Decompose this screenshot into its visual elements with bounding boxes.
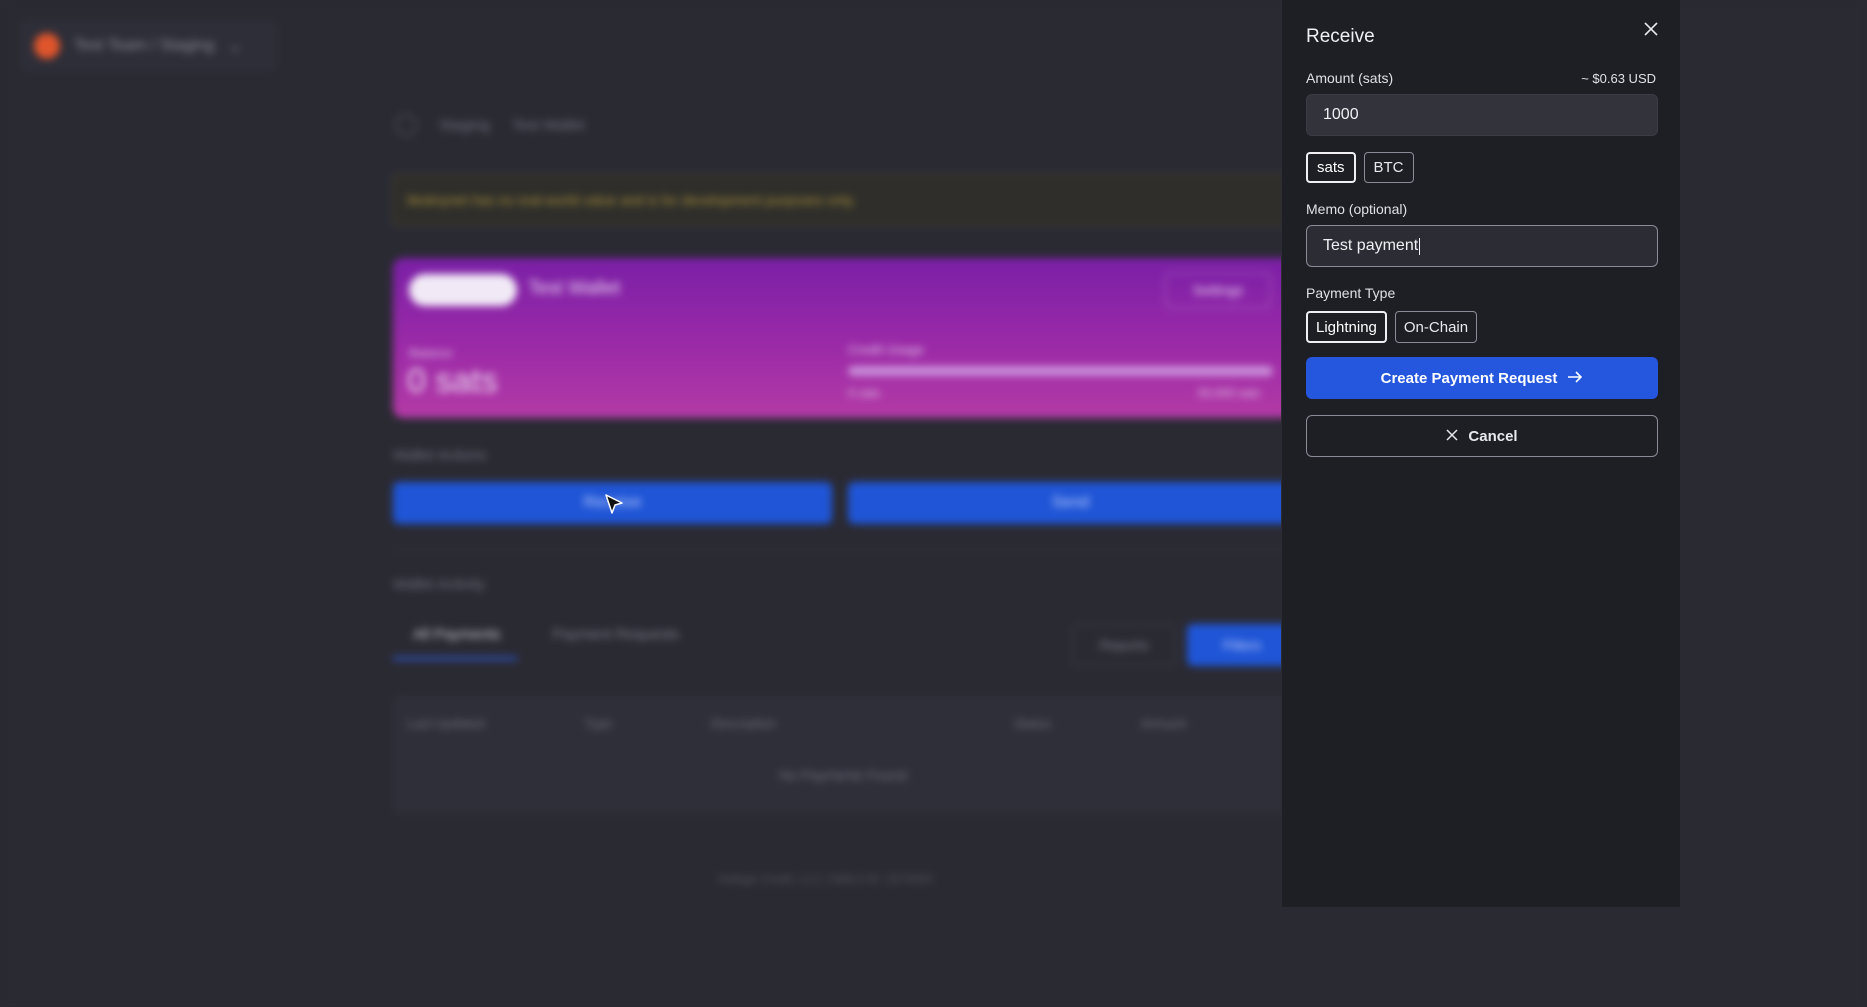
column-header: Description (711, 716, 777, 731)
breadcrumb-item: Test Wallet (511, 116, 585, 134)
wallet-card: Test Wallet Settings Balance 0 sats Cred… (393, 258, 1293, 418)
text-caret (1419, 237, 1421, 255)
tab-payment-requests[interactable]: Payment Requests (553, 626, 680, 660)
amount-label-row: Amount (sats) ~ $0.63 USD (1306, 70, 1656, 86)
x-icon (1446, 428, 1458, 445)
payments-table: Last Updated Type Description Status Amo… (393, 696, 1293, 814)
breadcrumb: Staging Test Wallet (395, 114, 585, 136)
amount-label: Amount (sats) (1306, 70, 1394, 86)
amount-usd-estimate: ~ $0.63 USD (1581, 70, 1656, 86)
warning-banner: Mutinynet has no real-world value and is… (392, 174, 1292, 226)
credit-usage-label: Credit Usage (848, 342, 924, 357)
send-button[interactable]: Send (848, 482, 1293, 524)
memo-label: Memo (optional) (1306, 201, 1408, 217)
cancel-button[interactable]: Cancel (1306, 415, 1658, 457)
amount-input[interactable]: 1000 (1306, 94, 1658, 136)
mouse-pointer-icon (604, 493, 626, 517)
column-header: Amount (1141, 716, 1186, 731)
column-header: Type (584, 716, 613, 731)
receive-panel: Receive Amount (sats) ~ $0.63 USD 1000 s… (1281, 0, 1680, 907)
column-header: Status (1014, 716, 1051, 731)
credit-limit: 50,000 sats (1198, 386, 1261, 400)
column-header: Last Updated (407, 716, 485, 731)
team-switcher[interactable]: Test Team / Staging ⌄ (20, 20, 278, 72)
payment-type-selector: Lightning On-Chain (1306, 311, 1656, 343)
wallet-actions-title: Wallet Actions (393, 447, 487, 464)
memo-input-value: Test payment (1323, 237, 1419, 254)
table-header: Last Updated Type Description Status Amo… (393, 696, 1293, 751)
unit-btc-button[interactable]: BTC (1363, 152, 1414, 183)
arrow-right-icon (1567, 370, 1583, 387)
team-switcher-label: Test Team / Staging (74, 37, 215, 54)
network-pill (409, 274, 517, 306)
back-icon[interactable] (395, 114, 417, 136)
close-icon[interactable] (1640, 18, 1662, 40)
payment-type-label: Payment Type (1306, 285, 1396, 301)
create-payment-request-label: Create Payment Request (1380, 369, 1558, 387)
wallet-activity-title: Wallet Activity (393, 576, 485, 593)
balance-label: Balance (409, 346, 453, 360)
activity-tabs: All Payments Payment Requests (393, 626, 679, 660)
settings-button[interactable]: Settings (1165, 272, 1271, 308)
balance-value: 0 sats (407, 362, 498, 400)
wallet-name: Test Wallet (528, 278, 621, 299)
footer-text: Voltage Credit, LLC | NMLS ID: 2575550 (717, 872, 933, 886)
amount-input-value: 1000 (1323, 106, 1359, 123)
payment-type-lightning-button[interactable]: Lightning (1306, 311, 1387, 343)
payment-type-onchain-button[interactable]: On-Chain (1394, 311, 1478, 343)
credit-usage-bar (848, 366, 1273, 376)
reports-button[interactable]: Reports (1072, 624, 1176, 666)
panel-title: Receive (1306, 26, 1375, 47)
create-payment-request-button[interactable]: Create Payment Request (1306, 357, 1658, 399)
breadcrumb-item[interactable]: Staging (439, 117, 490, 134)
tab-all-payments[interactable]: All Payments (393, 626, 517, 660)
cancel-label: Cancel (1468, 427, 1518, 445)
unit-selector: sats BTC (1306, 152, 1656, 183)
memo-input[interactable]: Test payment (1306, 225, 1658, 267)
empty-state-text: No Payments Found (779, 767, 907, 783)
chevron-down-icon: ⌄ (228, 38, 242, 55)
brand-logo-icon (34, 33, 60, 59)
unit-sats-button[interactable]: sats (1306, 152, 1356, 183)
credit-used: 0 sats (848, 386, 881, 400)
section-divider (393, 549, 1293, 550)
